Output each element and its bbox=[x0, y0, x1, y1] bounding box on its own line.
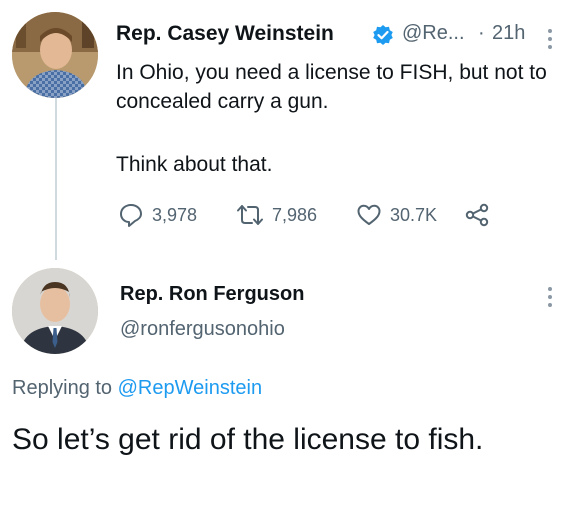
verified-badge-icon bbox=[372, 24, 394, 46]
reply-author-name[interactable]: Rep. Ron Ferguson bbox=[120, 283, 304, 306]
reply-text: So let’s get rid of the license to fish. bbox=[12, 423, 484, 456]
author-avatar[interactable] bbox=[12, 12, 98, 98]
separator-dot: · bbox=[478, 22, 485, 44]
retweet-count: 7,986 bbox=[272, 204, 318, 225]
replying-to-handle-link[interactable]: @RepWeinstein bbox=[118, 377, 262, 399]
share-icon bbox=[465, 203, 489, 227]
avatar-photo-icon bbox=[12, 268, 98, 354]
reply-author-handle[interactable]: @ronfergusonohio bbox=[120, 318, 285, 341]
share-button[interactable] bbox=[464, 200, 490, 230]
more-options-icon[interactable] bbox=[546, 286, 554, 308]
more-options-icon[interactable] bbox=[546, 28, 554, 50]
thread-connector-line bbox=[55, 96, 57, 260]
heart-icon bbox=[357, 204, 381, 225]
replying-to-line: Replying to @RepWeinstein bbox=[12, 377, 262, 400]
avatar-photo-icon bbox=[12, 12, 98, 98]
reply-icon bbox=[120, 204, 142, 227]
author-handle[interactable]: @Re... bbox=[402, 22, 465, 45]
reply-count: 3,978 bbox=[152, 204, 198, 225]
reply-button[interactable]: 3,978 bbox=[118, 200, 197, 230]
retweet-button[interactable]: 7,986 bbox=[236, 200, 317, 230]
reply-author-avatar[interactable] bbox=[12, 268, 98, 354]
tweet-timestamp[interactable]: 21h bbox=[492, 22, 525, 45]
like-count: 30.7K bbox=[390, 204, 438, 225]
author-name[interactable]: Rep. Casey Weinstein bbox=[116, 22, 334, 46]
like-button[interactable]: 30.7K bbox=[356, 200, 437, 230]
replying-to-prefix: Replying to bbox=[12, 377, 118, 399]
tweet-text-paragraph: Think about that. bbox=[116, 153, 273, 176]
retweet-icon bbox=[237, 205, 263, 225]
tweet-actions: 3,978 7,986 30.7K bbox=[118, 200, 558, 230]
tweet-text-paragraph: In Ohio, you need a license to FISH, but… bbox=[116, 61, 547, 113]
tweet-text: In Ohio, you need a license to FISH, but… bbox=[116, 58, 556, 179]
